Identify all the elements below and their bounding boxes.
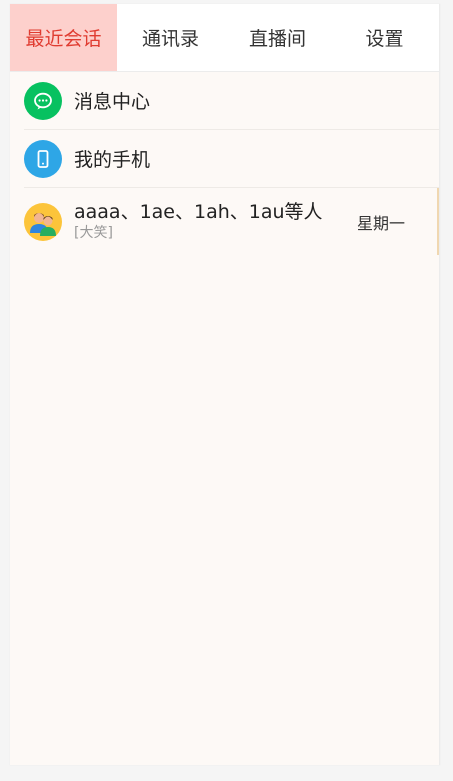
conversation-item[interactable]: aaaa、1ae、1ah、1au等人 [大笑] 星期一 xyxy=(10,188,439,255)
phone-icon xyxy=(24,139,62,178)
tab-contacts[interactable]: 通讯录 xyxy=(117,4,224,71)
conversation-text: aaaa、1ae、1ah、1au等人 [大笑] xyxy=(74,201,323,242)
conversation-time: 星期一 xyxy=(356,214,405,233)
tab-bar: 最近会话 通讯录 直播间 设置 xyxy=(10,4,439,72)
tab-recent-sessions[interactable]: 最近会话 xyxy=(10,4,117,71)
message-center-label: 消息中心 xyxy=(74,91,151,113)
conversation-title: aaaa、1ae、1ah、1au等人 xyxy=(74,201,323,223)
conversation-preview: [大笑] xyxy=(74,225,113,241)
app-window: 最近会话 通讯录 直播间 设置 消息中心 我的手机 aaaa、1ae、1ah、1… xyxy=(10,4,440,765)
group-avatar-icon xyxy=(24,202,62,241)
my-phone-item[interactable]: 我的手机 xyxy=(24,130,439,188)
tab-settings[interactable]: 设置 xyxy=(331,4,438,71)
tab-live-room[interactable]: 直播间 xyxy=(224,4,331,71)
my-phone-label: 我的手机 xyxy=(74,149,151,171)
message-center-item[interactable]: 消息中心 xyxy=(24,72,439,130)
chat-bubble-icon xyxy=(24,81,62,120)
